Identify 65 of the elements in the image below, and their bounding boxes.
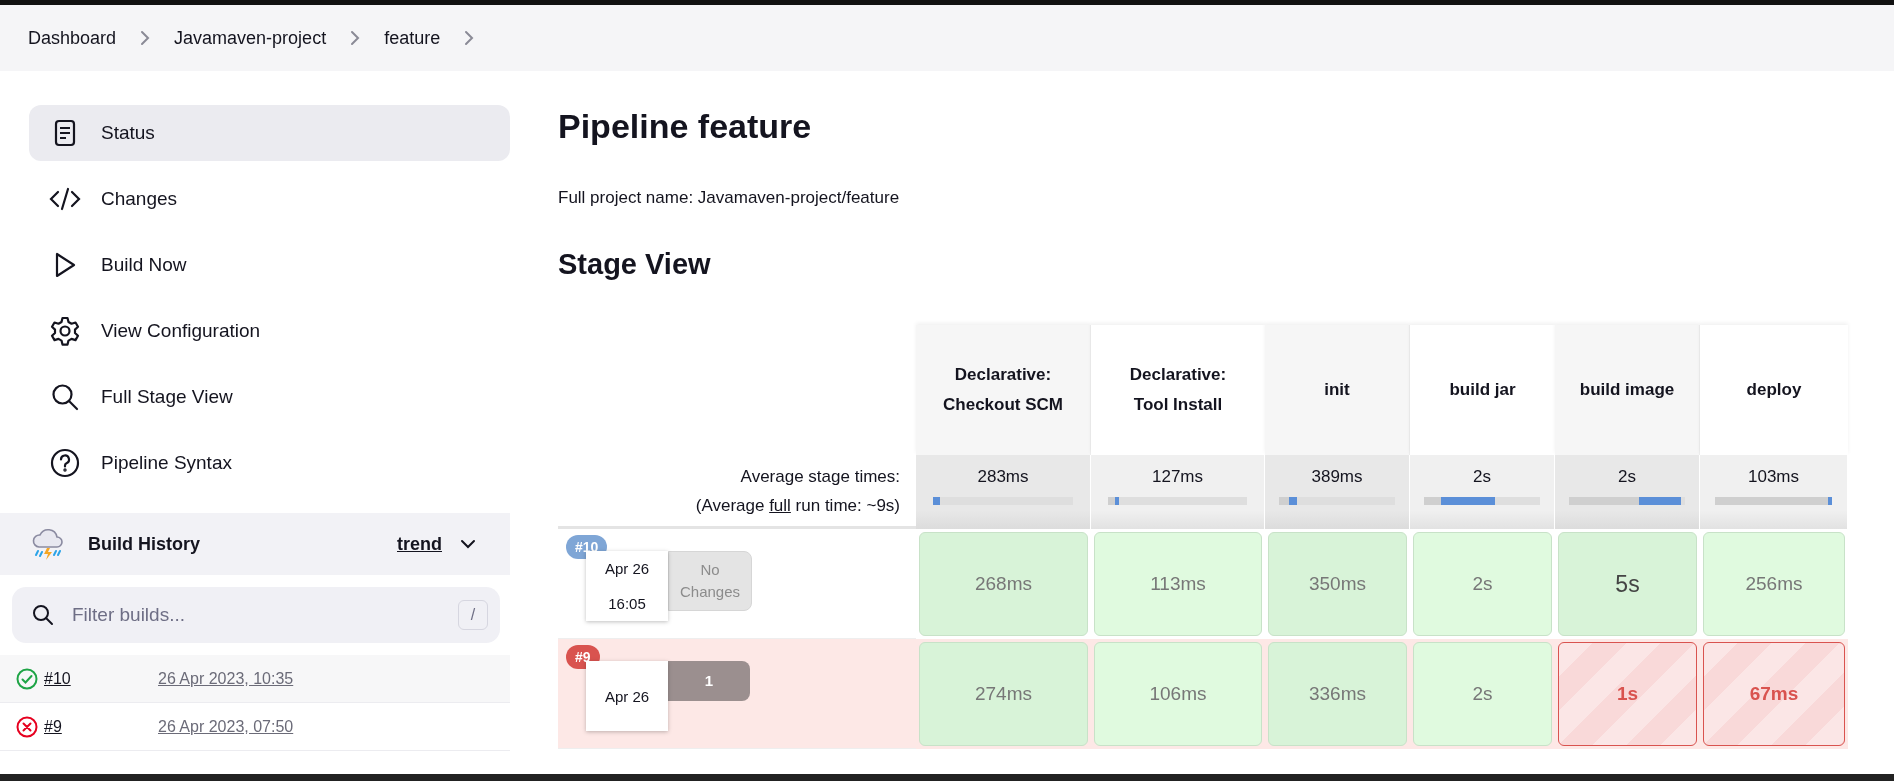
changes-count[interactable]: 1	[668, 661, 750, 701]
stage-duration-cell[interactable]: 256ms	[1703, 532, 1845, 636]
full-project-name: Full project name: Javamaven-project/feature	[558, 188, 901, 208]
build-date: Apr 26	[604, 560, 650, 577]
build-date-link[interactable]: 26 Apr 2023, 07:50	[158, 717, 294, 736]
average-stage-time: 103ms	[1748, 467, 1799, 487]
stage-view-title: Stage View	[558, 248, 712, 281]
search-icon	[51, 383, 79, 411]
average-stage-time: 283ms	[977, 467, 1029, 487]
stage-duration-cell[interactable]: 113ms	[1094, 532, 1262, 636]
full-link[interactable]: full	[769, 495, 791, 515]
trend-link[interactable]: trend	[397, 533, 442, 555]
stage-header: Declarative: Tool Install	[1091, 325, 1265, 455]
chevron-down-icon[interactable]	[460, 539, 476, 549]
code-icon	[49, 187, 81, 211]
stage-duration-cell[interactable]: 2s	[1413, 642, 1552, 746]
breadcrumb-link[interactable]: feature	[384, 27, 441, 49]
stage-duration-cell[interactable]: 268ms	[919, 532, 1088, 636]
weather-storm-icon	[30, 527, 66, 561]
average-stage-time: 2s	[1473, 467, 1491, 487]
sidebar-item[interactable]: Changes	[29, 171, 510, 227]
stage-duration-cell[interactable]: 336ms	[1268, 642, 1407, 746]
stage-header: deploy	[1700, 325, 1848, 455]
stage-duration-cell[interactable]: 274ms	[919, 642, 1088, 746]
build-time: 16:05	[608, 595, 646, 612]
sidebar-item[interactable]: Status	[29, 105, 510, 161]
filter-input[interactable]: Filter builds...	[70, 603, 442, 627]
stage-duration-cell[interactable]: 350ms	[1268, 532, 1407, 636]
breadcrumb-link[interactable]: Dashboard	[28, 27, 117, 49]
sidebar-item[interactable]: Full Stage View	[29, 369, 510, 425]
build-link[interactable]: #9	[44, 717, 134, 736]
keyboard-shortcut-hint: /	[458, 600, 488, 630]
page-title: Pipeline feature	[558, 107, 813, 146]
stage-duration-cell[interactable]: 2s	[1413, 532, 1552, 636]
settings-icon	[50, 316, 80, 346]
sidebar-item[interactable]: View Configuration	[29, 303, 510, 359]
stage-duration-cell[interactable]: 106ms	[1094, 642, 1262, 746]
build-date-link[interactable]: 26 Apr 2023, 10:35	[158, 669, 294, 688]
play-icon	[54, 252, 76, 278]
average-stage-time: 127ms	[1152, 467, 1203, 487]
average-stage-time: 389ms	[1311, 467, 1363, 487]
average-stage-time: 2s	[1618, 467, 1636, 487]
average-run-time: (Average full run time: ~9s)	[695, 495, 900, 515]
sidebar-item[interactable]: Pipeline Syntax	[29, 435, 510, 491]
stage-header: build jar	[1410, 325, 1555, 455]
average-stage-label: Average stage times:	[740, 467, 900, 486]
stage-header: init	[1265, 325, 1410, 455]
document-icon	[54, 119, 76, 147]
sidebar-item[interactable]: Build Now	[29, 237, 510, 293]
filter-builds-field[interactable]: Filter builds... /	[12, 587, 500, 643]
stage-duration-cell[interactable]: 1s	[1558, 642, 1697, 746]
build-link[interactable]: #10	[44, 669, 134, 688]
no-changes-label: No Changes	[668, 551, 752, 611]
chevron-right-icon	[350, 30, 361, 46]
build-date: Apr 26	[604, 687, 650, 705]
stage-duration-cell[interactable]: 5s	[1558, 532, 1697, 636]
breadcrumb-link[interactable]: Javamaven-project	[174, 27, 327, 49]
chevron-right-icon	[464, 30, 475, 46]
build-history-title: Build History	[88, 533, 201, 555]
help-icon	[50, 448, 80, 478]
stage-header: build image	[1555, 325, 1700, 455]
stage-header: Declarative: Checkout SCM	[916, 325, 1091, 455]
stage-duration-cell[interactable]: 67ms	[1703, 642, 1845, 746]
chevron-right-icon	[140, 30, 151, 46]
search-icon	[32, 604, 54, 626]
